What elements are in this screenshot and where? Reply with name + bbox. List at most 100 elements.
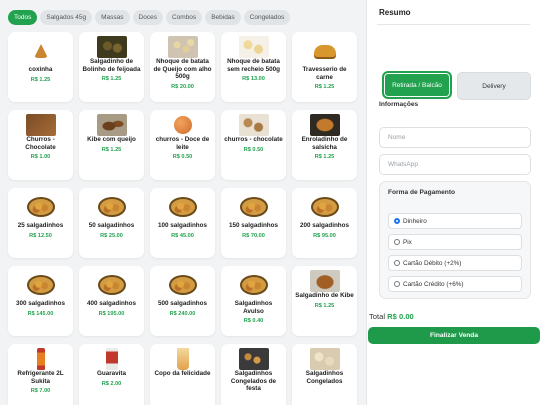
payment-option-credito[interactable]: Cartão Crédito (+6%)	[388, 276, 522, 292]
summary-title: Resumo	[379, 8, 411, 17]
product-card[interactable]: Nhoque de batata sem recheio 500g R$ 13.0…	[221, 32, 286, 102]
order-panel: Resumo Retirada / Balcão Delivery Inform…	[366, 0, 540, 405]
product-name: 300 salgadinhos	[16, 300, 65, 307]
product-price: R$ 25.00	[100, 232, 123, 239]
radio-icon[interactable]	[394, 260, 400, 266]
product-photo	[26, 197, 55, 217]
product-photo	[239, 275, 268, 295]
product-image	[309, 114, 340, 136]
whatsapp-field[interactable]: WhatsApp	[379, 154, 531, 175]
product-photo	[26, 275, 55, 295]
product-price: R$ 1.25	[314, 302, 335, 309]
product-card[interactable]: Nhoque de batata de Queijo com alho 500g…	[150, 32, 215, 102]
product-card[interactable]: 100 salgadinhos R$ 45.00	[150, 188, 215, 258]
product-image	[309, 348, 340, 370]
product-image	[97, 348, 127, 370]
product-name: Nhoque de batata sem recheio 500g	[227, 58, 280, 73]
product-image	[25, 114, 56, 136]
product-card[interactable]: Kibe com queijo R$ 1.25	[79, 110, 144, 180]
product-price: R$ 95.00	[313, 232, 336, 239]
radio-icon[interactable]	[394, 239, 400, 245]
product-card[interactable]: 50 salgadinhos R$ 25.00	[79, 188, 144, 258]
product-card[interactable]: 200 salgadinhos R$ 95.00	[292, 188, 357, 258]
product-price: R$ 45.00	[171, 232, 194, 239]
category-todos[interactable]: Todos	[8, 10, 38, 25]
product-image	[167, 36, 198, 58]
payment-option-debito[interactable]: Cartão Débito (+2%)	[388, 255, 522, 271]
payment-option-pix[interactable]: Pix	[388, 234, 522, 250]
payment-box: Forma de Pagamento Dinheiro Pix Cartão D…	[379, 181, 531, 299]
product-price: R$ 1.25	[314, 84, 335, 90]
product-price: R$ 13.00	[242, 76, 265, 82]
info-label: Informações	[379, 101, 419, 108]
product-photo	[97, 275, 126, 295]
product-image	[26, 196, 56, 218]
product-card[interactable]: coxinha R$ 1.25	[8, 32, 73, 102]
category-congelados[interactable]: Congelados	[243, 10, 291, 25]
product-card[interactable]: Salgadinho de Bolinho de feijoada R$ 1.25	[79, 32, 144, 102]
product-photo	[238, 348, 269, 370]
product-name: Kibe com queijo	[87, 136, 136, 143]
product-card[interactable]: Churros - Chocolate R$ 1.00	[8, 110, 73, 180]
product-card[interactable]: Enroladinho de salsicha R$ 1.25	[292, 110, 357, 180]
product-name: 25 salgadinhos	[17, 222, 64, 229]
product-price: R$ 0.40	[243, 318, 264, 324]
payment-option-label: Cartão Crédito (+6%)	[403, 280, 464, 288]
product-price: R$ 20.00	[171, 83, 194, 90]
category-bebidas[interactable]: Bebidas	[205, 10, 241, 25]
product-name: Nhoque de batata de Queijo com alho 500g	[153, 58, 212, 80]
radio-icon[interactable]	[394, 281, 400, 287]
product-photo	[96, 114, 127, 136]
product-price: R$ 145.00	[27, 310, 54, 317]
product-price: R$ 70.00	[242, 232, 265, 239]
product-name: Guaravita	[96, 370, 127, 377]
product-photo	[239, 197, 268, 217]
product-card[interactable]: 400 salgadinhos R$ 195.00	[79, 266, 144, 336]
product-image	[239, 196, 269, 218]
product-photo	[97, 197, 126, 217]
product-card[interactable]: 25 salgadinhos R$ 12.50	[8, 188, 73, 258]
product-card[interactable]: Travesserio de carne R$ 1.25	[292, 32, 357, 102]
category-salgados[interactable]: Salgados 45g	[40, 10, 93, 25]
product-card[interactable]: Copo da felicidade	[150, 344, 215, 405]
category-massas[interactable]: Massas	[95, 10, 130, 25]
product-card[interactable]: 500 salgadinhos R$ 240.00	[150, 266, 215, 336]
product-grid: coxinha R$ 1.25 Salgadinho de Bolinho de f…	[8, 32, 357, 405]
product-card[interactable]: Guaravita R$ 2.00	[79, 344, 144, 405]
product-price: R$ 1.25	[30, 76, 51, 83]
product-card[interactable]: Salgadinho de Kibe R$ 1.25	[292, 266, 357, 336]
name-field[interactable]: Nome	[379, 127, 531, 148]
radio-selected-icon[interactable]	[394, 218, 400, 224]
product-image	[310, 196, 340, 218]
product-card[interactable]: Salgadinhos Congelados de festa	[221, 344, 286, 405]
product-photo	[309, 114, 340, 136]
summary-divider	[377, 24, 530, 25]
category-filters: Todos Salgados 45g Massas Doces Combos B…	[8, 10, 291, 25]
product-image	[238, 114, 269, 136]
tab-delivery[interactable]: Delivery	[457, 72, 531, 100]
product-card[interactable]: churros - Doce de leite R$ 0.50	[150, 110, 215, 180]
product-image	[26, 40, 56, 62]
product-card[interactable]: Salgadinhos Congelados	[292, 344, 357, 405]
finish-sale-button[interactable]: Finalizar Venda	[368, 327, 540, 344]
product-card[interactable]: Refrigerante 2L Sukita R$ 7.00	[8, 344, 73, 405]
product-card[interactable]: churros - chocolate R$ 0.50	[221, 110, 286, 180]
product-card[interactable]: 150 salgadinhos R$ 70.00	[221, 188, 286, 258]
category-combos[interactable]: Combos	[165, 10, 203, 25]
category-doces[interactable]: Doces	[132, 10, 163, 25]
product-photo	[176, 348, 189, 370]
product-price: R$ 1.25	[314, 154, 335, 160]
product-price: R$ 1.25	[101, 146, 122, 153]
product-image	[97, 274, 127, 296]
product-name: coxinha	[28, 66, 53, 73]
product-card[interactable]: Salgadinhos Avulso R$ 0.40	[221, 266, 286, 336]
product-image	[96, 114, 127, 136]
product-name: 500 salgadinhos	[158, 300, 207, 307]
product-card[interactable]: 300 salgadinhos R$ 145.00	[8, 266, 73, 336]
product-name: Churros - Chocolate	[25, 136, 56, 151]
payment-option-dinheiro[interactable]: Dinheiro	[388, 213, 522, 229]
tab-pickup[interactable]: Retirada / Balcão	[383, 72, 451, 98]
order-type-tabs: Retirada / Balcão Delivery	[383, 72, 531, 100]
product-photo	[36, 348, 45, 370]
product-name: Salgadinhos Congelados	[305, 370, 344, 385]
